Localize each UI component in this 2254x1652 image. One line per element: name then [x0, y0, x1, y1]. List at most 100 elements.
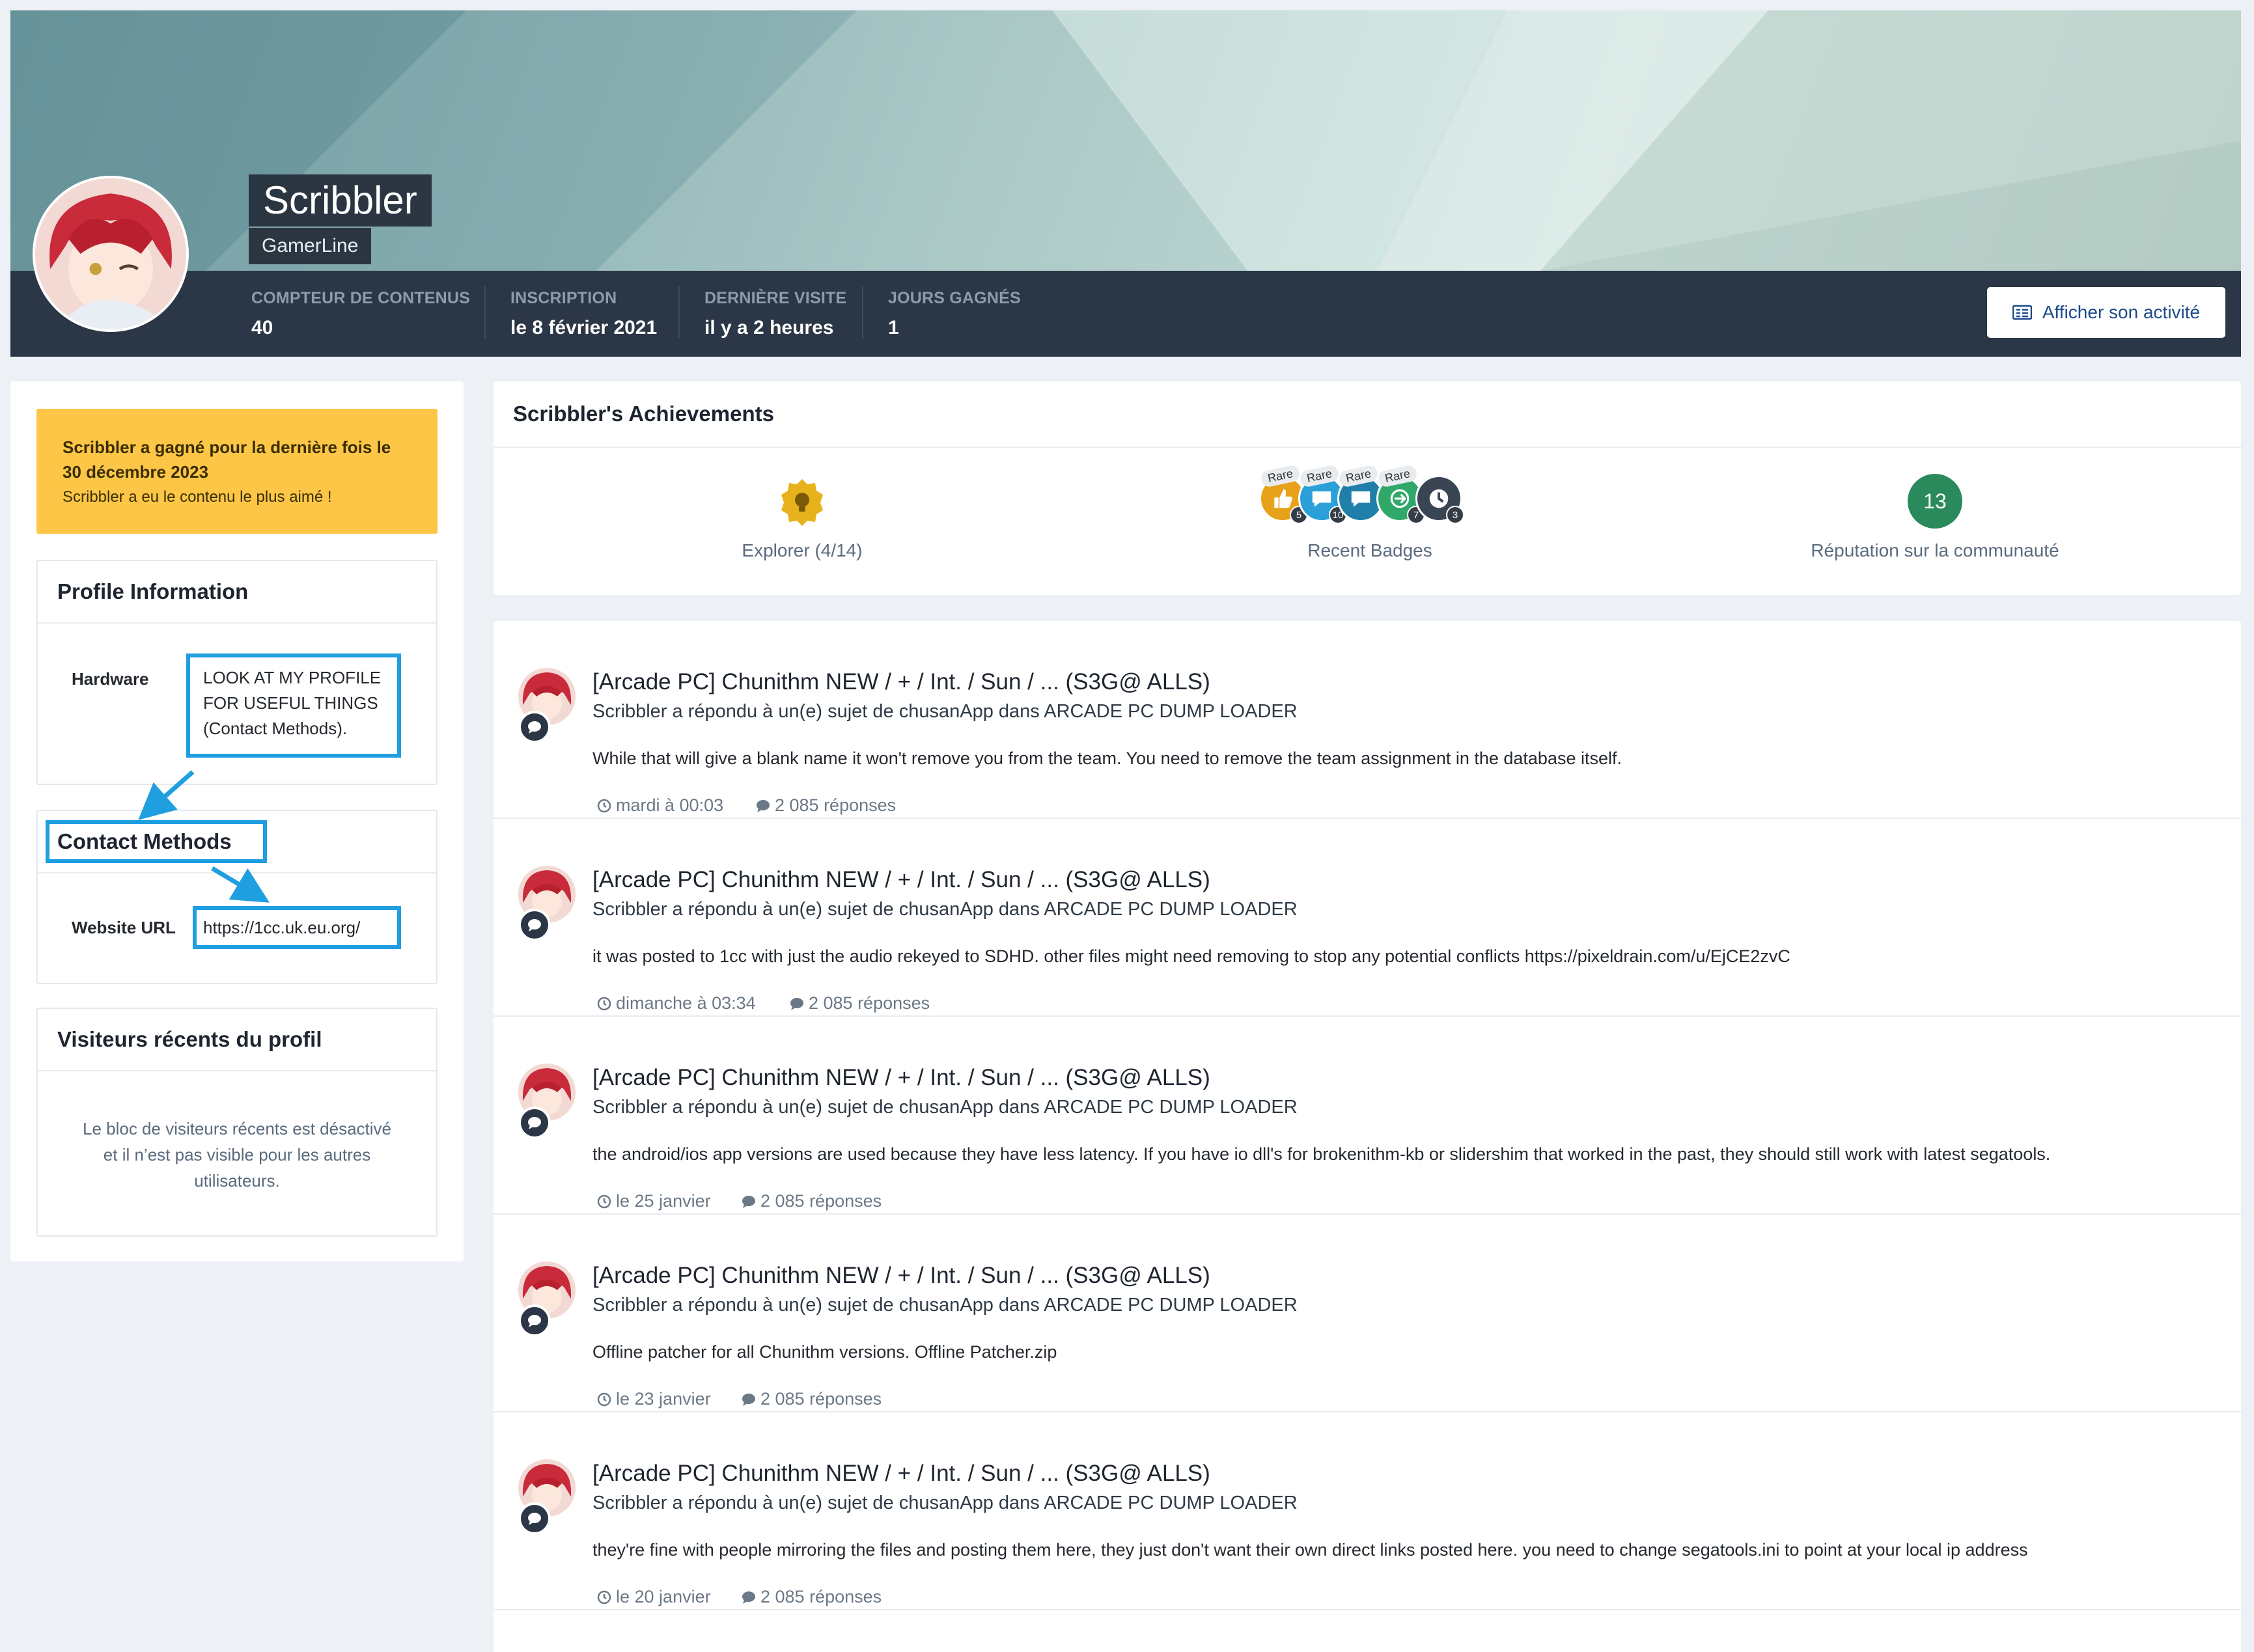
stat-content-count: COMPTEUR DE CONTENUS 40	[251, 286, 470, 345]
feed-item-body: they're fine with people mirroring the f…	[592, 1540, 2028, 1560]
badge-clock[interactable]: 3	[1415, 475, 1464, 524]
feed-item-replies: 2 085 réponses	[789, 993, 930, 1013]
feed-item-subtitle: Scribbler a répondu à un(e) sujet de chu…	[592, 701, 1298, 722]
contact-methods-highlight-box	[46, 820, 267, 863]
stat-value: le 8 février 2021	[510, 317, 658, 338]
feed-item-date[interactable]: mardi à 00:03	[596, 795, 723, 816]
comment-icon	[757, 799, 770, 812]
stat-value: il y a 2 heures	[704, 317, 834, 338]
feed-item: [Arcade PC] Chunithm NEW / + / Int. / Su…	[494, 1412, 2241, 1610]
feed-item-title[interactable]: [Arcade PC] Chunithm NEW / + / Int. / Su…	[592, 1065, 1210, 1091]
date-text: le 23 janvier	[616, 1389, 711, 1409]
comment-icon	[528, 721, 541, 734]
feed-item-title[interactable]: [Arcade PC] Chunithm NEW / + / Int. / Su…	[592, 1461, 1210, 1487]
stat-label: DERNIÈRE VISITE	[704, 289, 847, 307]
explorer-rank-icon[interactable]	[776, 476, 828, 529]
activity-stream-icon	[2012, 305, 2032, 320]
comment-type-badge	[518, 1304, 551, 1337]
comment-type-badge	[518, 711, 551, 743]
rare-tag: Rare	[1377, 464, 1418, 488]
rare-tag: Rare	[1338, 464, 1379, 488]
achievements-card: Scribbler's Achievements Explorer (4/14)…	[494, 381, 2241, 595]
stat-divider	[862, 286, 863, 338]
visitors-line: utilisateurs.	[194, 1171, 280, 1191]
activity-feed: [Arcade PC] Chunithm NEW / + / Int. / Su…	[494, 621, 2241, 1652]
achievements-title: Scribbler's Achievements	[513, 402, 774, 426]
thumbs-up-icon	[1274, 489, 1292, 508]
feed-item-date[interactable]: dimanche à 03:34	[596, 993, 756, 1013]
stat-joined: INSCRIPTION le 8 février 2021	[510, 286, 657, 345]
recent-badges-label: Recent Badges	[1307, 540, 1432, 560]
date-text: mardi à 00:03	[616, 795, 724, 815]
clock-icon	[597, 997, 611, 1010]
feed-item-body: the android/ios app versions are used be…	[592, 1144, 2051, 1164]
feed-item: [Arcade PC] Chunithm NEW / + / Int. / Su…	[494, 1017, 2241, 1215]
feed-item-subtitle: Scribbler a répondu à un(e) sujet de chu…	[592, 1295, 1298, 1315]
website-url-highlight-box	[193, 906, 401, 949]
rare-tag: Rare	[1299, 464, 1340, 488]
profile-avatar[interactable]	[33, 176, 189, 332]
clock-icon	[597, 1194, 611, 1208]
feed-item-title[interactable]: [Arcade PC] Chunithm NEW / + / Int. / Su…	[592, 669, 1210, 695]
comment-type-badge	[518, 1107, 551, 1139]
feed-item: [Arcade PC] Chunithm NEW / + / Int. / Su…	[494, 819, 2241, 1017]
feed-item-replies: 2 085 réponses	[741, 1191, 882, 1211]
feed-item-subtitle: Scribbler a répondu à un(e) sujet de chu…	[592, 1097, 1298, 1118]
feed-item-replies: 2 085 réponses	[741, 1389, 882, 1409]
visitors-line: et il n’est pas visible pour les autres	[103, 1145, 371, 1164]
website-url-label: Website URL	[72, 918, 176, 937]
stat-value[interactable]: 40	[251, 317, 470, 339]
comment-icon	[742, 1591, 755, 1604]
date-text: le 25 janvier	[616, 1191, 711, 1211]
comment-icon	[528, 1117, 541, 1129]
view-activity-label: Afficher son activité	[2042, 302, 2201, 322]
hardware-highlight-box	[186, 654, 401, 758]
feed-item-replies: 2 085 réponses	[741, 1587, 882, 1607]
recent-visitors-message: Le bloc de visiteurs récents est désacti…	[56, 1116, 418, 1194]
clock-icon	[597, 1590, 611, 1604]
comment-icon	[528, 1315, 541, 1327]
comment-icon	[790, 997, 803, 1010]
profile-information-title: Profile Information	[38, 561, 436, 624]
stat-value[interactable]: 1	[888, 317, 1021, 339]
feed-item-title[interactable]: [Arcade PC] Chunithm NEW / + / Int. / Su…	[592, 1263, 1210, 1289]
feed-item-date[interactable]: le 23 janvier	[596, 1389, 711, 1409]
comment-type-badge	[518, 909, 551, 941]
view-activity-button[interactable]: Afficher son activité	[1987, 287, 2225, 338]
recent-visitors-title: Visiteurs récents du profil	[38, 1009, 436, 1071]
date-text: le 20 janvier	[616, 1587, 711, 1606]
profile-username: Scribbler	[249, 174, 432, 227]
stat-label: INSCRIPTION	[510, 289, 617, 307]
recent-badges-group: Rare 5 Rare 10 Rare Rare 7 3	[1259, 460, 1481, 531]
date-text: dimanche à 03:34	[616, 993, 756, 1013]
stat-label: JOURS GAGNÉS	[888, 289, 1021, 307]
feed-item-replies: 2 085 réponses	[755, 795, 896, 816]
feed-item-date[interactable]: le 20 janvier	[596, 1587, 711, 1607]
feed-item-subtitle: Scribbler a répondu à un(e) sujet de chu…	[592, 1493, 1298, 1513]
comment-icon	[742, 1393, 755, 1406]
days-won-title[interactable]: Scribbler a gagné pour la dernière fois …	[63, 435, 411, 484]
stat-divider	[678, 286, 680, 338]
badge-count: 3	[1446, 506, 1464, 524]
chat-icon	[1351, 491, 1370, 507]
replies-text: 2 085 réponses	[809, 993, 930, 1013]
comment-icon	[528, 1513, 541, 1525]
sign-in-icon	[1390, 489, 1410, 508]
feed-item-title[interactable]: [Arcade PC] Chunithm NEW / + / Int. / Su…	[592, 867, 1210, 893]
achievements-divider	[494, 447, 2241, 448]
clock-icon	[597, 1392, 611, 1406]
replies-text: 2 085 réponses	[760, 1587, 882, 1606]
feed-item: [Arcade PC] Chunithm NEW / + / Int. / Su…	[494, 621, 2241, 819]
comment-icon	[742, 1195, 755, 1208]
chat-icon	[1312, 491, 1331, 507]
stat-divider	[484, 286, 486, 338]
feed-item-date[interactable]: le 25 janvier	[596, 1191, 711, 1211]
reputation-label: Réputation sur la communauté	[1811, 540, 2059, 560]
replies-text: 2 085 réponses	[760, 1389, 882, 1409]
comment-icon	[528, 919, 541, 931]
days-won-subtitle: Scribbler a eu le contenu le plus aimé !	[63, 488, 332, 506]
hardware-label: Hardware	[72, 669, 149, 689]
explorer-rank-label: Explorer (4/14)	[742, 540, 863, 560]
rare-tag: Rare	[1260, 464, 1301, 488]
reputation-count[interactable]: 13	[1908, 474, 1962, 529]
